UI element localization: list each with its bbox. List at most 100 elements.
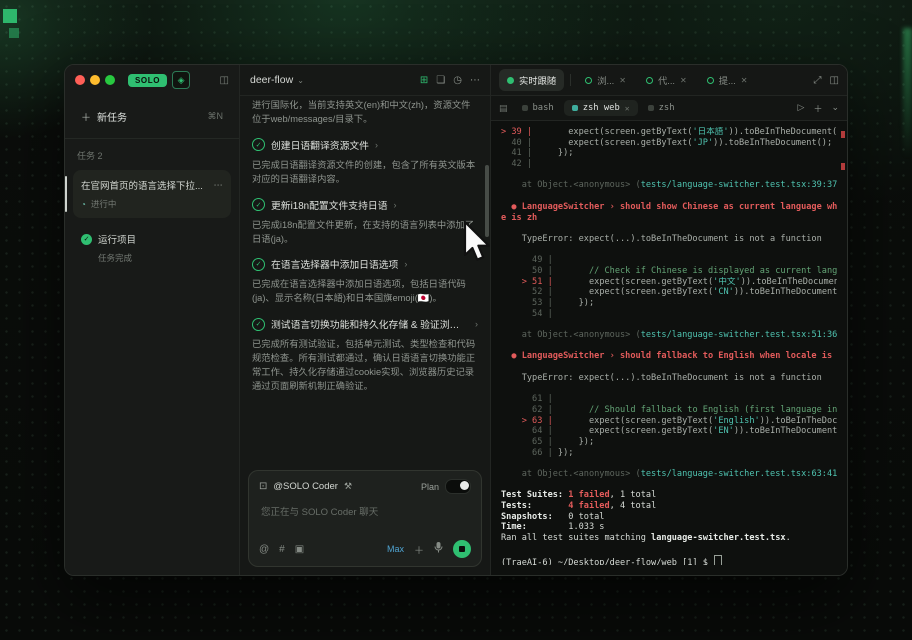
chat-step[interactable]: ✓测试语言切换功能和持久化存储 & 验证浏览器历史记录和...› [252,317,478,331]
new-task-button[interactable]: ＋ 新任务 ⌘N [73,103,231,130]
chat-scrollbar[interactable] [485,165,489,237]
panel-tab-label: 实时跟随 [519,73,556,87]
terminal-line [501,319,837,330]
new-terminal-icon[interactable]: ＋ [813,102,822,115]
panel-header-icons: ⤢ ◫ [814,75,839,86]
check-icon: ✓ [252,138,265,151]
chat-composer: ⊡ @SOLO Coder ⚒ Plan 您正在与 SOLO Coder 聊天 … [248,470,482,567]
chat-step[interactable]: ✓在语言选择器中添加日语选项› [252,257,478,271]
message-icon[interactable]: ❏ [436,75,445,86]
context-icon[interactable]: ⊡ [259,481,267,492]
mic-icon[interactable] [434,542,443,556]
chat-step-title: 测试语言切换功能和持久化存储 & 验证浏览器历史记录和... [271,317,469,331]
chevron-down-icon[interactable]: ⌄ [297,76,304,85]
terminal-text: (TraeAI-6) ~/Desktop/deer-flow/web [1] $ [501,558,713,566]
chevron-right-icon: › [375,140,378,150]
chat-log-viewport[interactable]: 已完成项目结构分析，了解了基于next-intl的多语言实现方案。目前支持英文和… [240,96,490,464]
check-icon: ✓ [252,198,265,211]
terminal-line: > 51 | expect(screen.getByText('中文')).to… [501,277,837,288]
panel-tab[interactable]: 提... ✕ [699,69,756,91]
terminal-text: > 63 | [501,416,558,426]
panel-tab-icon [585,77,592,84]
terminal-line: 64 | expect(screen.getByText('EN')).toBe… [501,426,837,437]
chat-step[interactable]: ✓更新i18n配置文件支持日语› [252,198,478,212]
task-item[interactable]: ✓运行项目任务完成 [73,228,231,268]
plus-icon: ＋ [81,109,91,124]
terminal-text: )).toBeInTheDocument(); [734,426,837,436]
task-section-label: 任务 2 [65,139,239,168]
mention-icon[interactable]: @ [259,544,269,555]
zoom-window-button[interactable] [105,75,115,85]
panel-tab-label: 提... [719,73,736,87]
solo-app-icon[interactable]: ◈ [172,71,190,89]
close-icon[interactable]: ✕ [619,76,626,85]
terminal-text: at Object.<anonymous> ( [501,469,641,479]
terminal-text: 'English' [713,416,760,426]
terminal-text: expect(screen.getByText( [537,127,692,137]
task-item[interactable]: 在官网首页的语言选择下拉...⋯◔进行中 [73,170,231,218]
terminal-list-icon[interactable]: ▤ [499,103,508,114]
task-list: 在官网首页的语言选择下拉...⋯◔进行中✓运行项目任务完成 [65,168,239,268]
stop-button[interactable] [453,540,471,558]
terminal-text: )).toBeInTheDocument(); [741,277,837,287]
agent-name[interactable]: @SOLO Coder [273,481,338,492]
layout-icon[interactable]: ◫ [830,75,839,86]
terminal-text: )).toBeInTheDocument(); [713,138,832,148]
terminal-tab[interactable]: zsh web✕ [564,100,638,116]
terminal-line [501,458,837,469]
desktop-glow-bar [903,28,912,158]
terminal-line [501,245,837,256]
image-icon[interactable]: ▣ [295,544,304,555]
more-icon[interactable]: ⋯ [470,75,480,86]
terminal-text: , 1 total [610,490,657,500]
chevron-down-icon[interactable]: ⌄ [831,102,839,115]
new-session-icon[interactable]: ⊞ [420,75,428,86]
solo-mode-badge[interactable]: SOLO [128,74,167,87]
sidebar-collapse-icon[interactable]: ◫ [220,75,229,86]
terminal-text: > 39 | [501,127,537,137]
more-icon[interactable]: ⋯ [214,180,224,191]
panel-tab[interactable]: 实时跟随 [499,69,564,91]
minimize-window-button[interactable] [90,75,100,85]
terminal-line: 49 | [501,255,837,266]
plan-toggle[interactable] [445,479,471,494]
model-badge[interactable]: Max [387,544,404,554]
terminal-text: expect(screen.getByText( [537,138,692,148]
terminal-text: // Check if Chinese is displayed as curr… [589,266,837,276]
chat-log: 已完成项目结构分析，了解了基于next-intl的多语言实现方案。目前支持英文和… [252,96,478,394]
panel-tab[interactable]: 代...✕ [638,69,695,91]
toggle-knob [460,481,469,490]
terminal-text: 66 | [501,448,558,458]
hash-icon[interactable]: # [279,544,285,555]
panel-tab-icon [707,77,714,84]
run-icon[interactable]: ▷ [798,102,805,115]
panel-tab[interactable]: 浏...✕ [577,69,634,91]
history-icon[interactable]: ◷ [453,75,462,86]
terminal-text: 40 | [501,138,537,148]
chat-step[interactable]: ✓创建日语翻译资源文件› [252,138,478,152]
tools-icon[interactable]: ⚒ [344,481,352,492]
terminal-tab[interactable]: zsh [640,100,683,116]
terminal-line: TypeError: expect(...).toBeInTheDocument… [501,234,837,245]
terminal-text: 4 failed [568,501,609,511]
terminal-text: TypeError: expect(...).toBeInTheDocument… [501,373,822,383]
project-title[interactable]: deer-flow [250,74,293,86]
terminal-line [501,223,837,234]
terminal-text: Snapshots: [501,512,568,522]
task-title: 在官网首页的语言选择下拉... [81,178,208,192]
close-icon[interactable]: ✕ [625,104,630,113]
terminal-tab[interactable]: bash [514,100,562,116]
chat-input[interactable]: 您正在与 SOLO Coder 聊天 [261,504,469,518]
terminal-output[interactable]: > 39 | expect(screen.getByText('日本語')).t… [491,121,847,575]
attach-icon[interactable]: ＋ [414,542,424,557]
terminal-text: 54 | [501,309,553,319]
terminal-text: expect(screen.getByText( [589,426,713,436]
close-icon[interactable]: ✕ [741,76,748,85]
terminal-text: Time: [501,522,568,532]
terminal-tab-label: zsh [659,103,675,113]
terminal-text: 49 | [501,255,553,265]
task-item-header: 在官网首页的语言选择下拉... ⋯ [81,178,223,192]
close-window-button[interactable] [75,75,85,85]
close-icon[interactable]: ✕ [680,76,687,85]
expand-icon[interactable]: ⤢ [814,75,822,86]
